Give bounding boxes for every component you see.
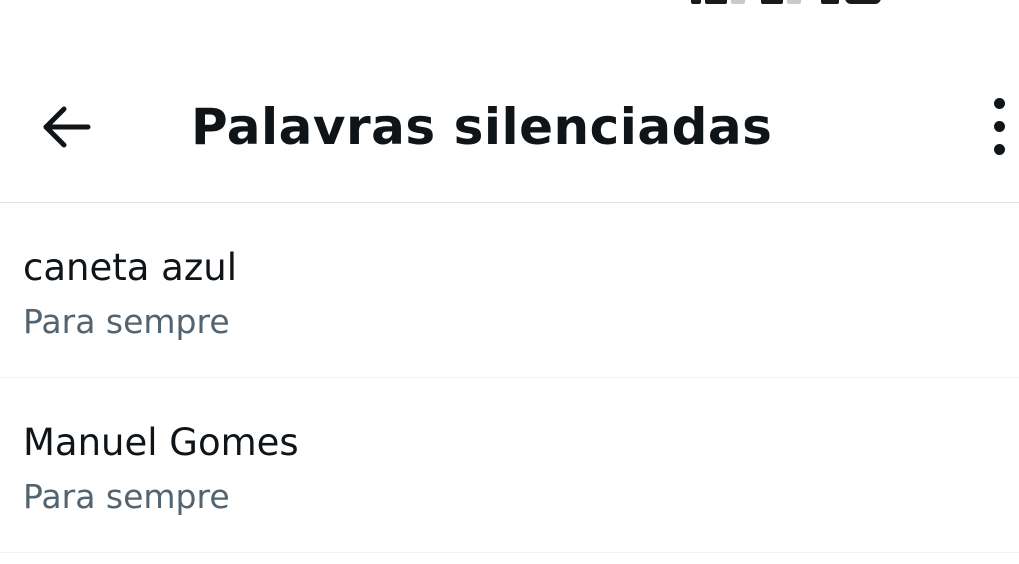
signal-icon	[691, 0, 701, 4]
page-title: Palavras silenciadas	[191, 98, 773, 156]
arrow-left-icon	[43, 106, 91, 148]
muted-word-text: Manuel Gomes	[23, 421, 299, 464]
muted-words-list: caneta azul Para sempre Manuel Gomes Par…	[0, 203, 1019, 553]
battery-icon	[845, 0, 881, 4]
muted-word-duration: Para sempre	[23, 302, 230, 341]
muted-word-duration: Para sempre	[23, 477, 230, 516]
signal-icon	[705, 0, 727, 4]
back-button[interactable]	[30, 90, 104, 164]
more-options-button[interactable]	[989, 88, 1019, 166]
app-bar: Palavras silenciadas	[0, 40, 1019, 203]
status-time	[60, 0, 220, 6]
signal-icon	[787, 0, 801, 4]
muted-word-item[interactable]: Manuel Gomes Para sempre	[0, 378, 1019, 553]
muted-word-text: caneta azul	[23, 246, 237, 289]
status-bar	[0, 0, 1019, 40]
status-icons	[691, 0, 991, 6]
muted-word-item[interactable]: caneta azul Para sempre	[0, 203, 1019, 378]
wifi-icon	[821, 0, 839, 4]
signal-icon	[731, 0, 745, 4]
signal-icon	[761, 0, 783, 4]
